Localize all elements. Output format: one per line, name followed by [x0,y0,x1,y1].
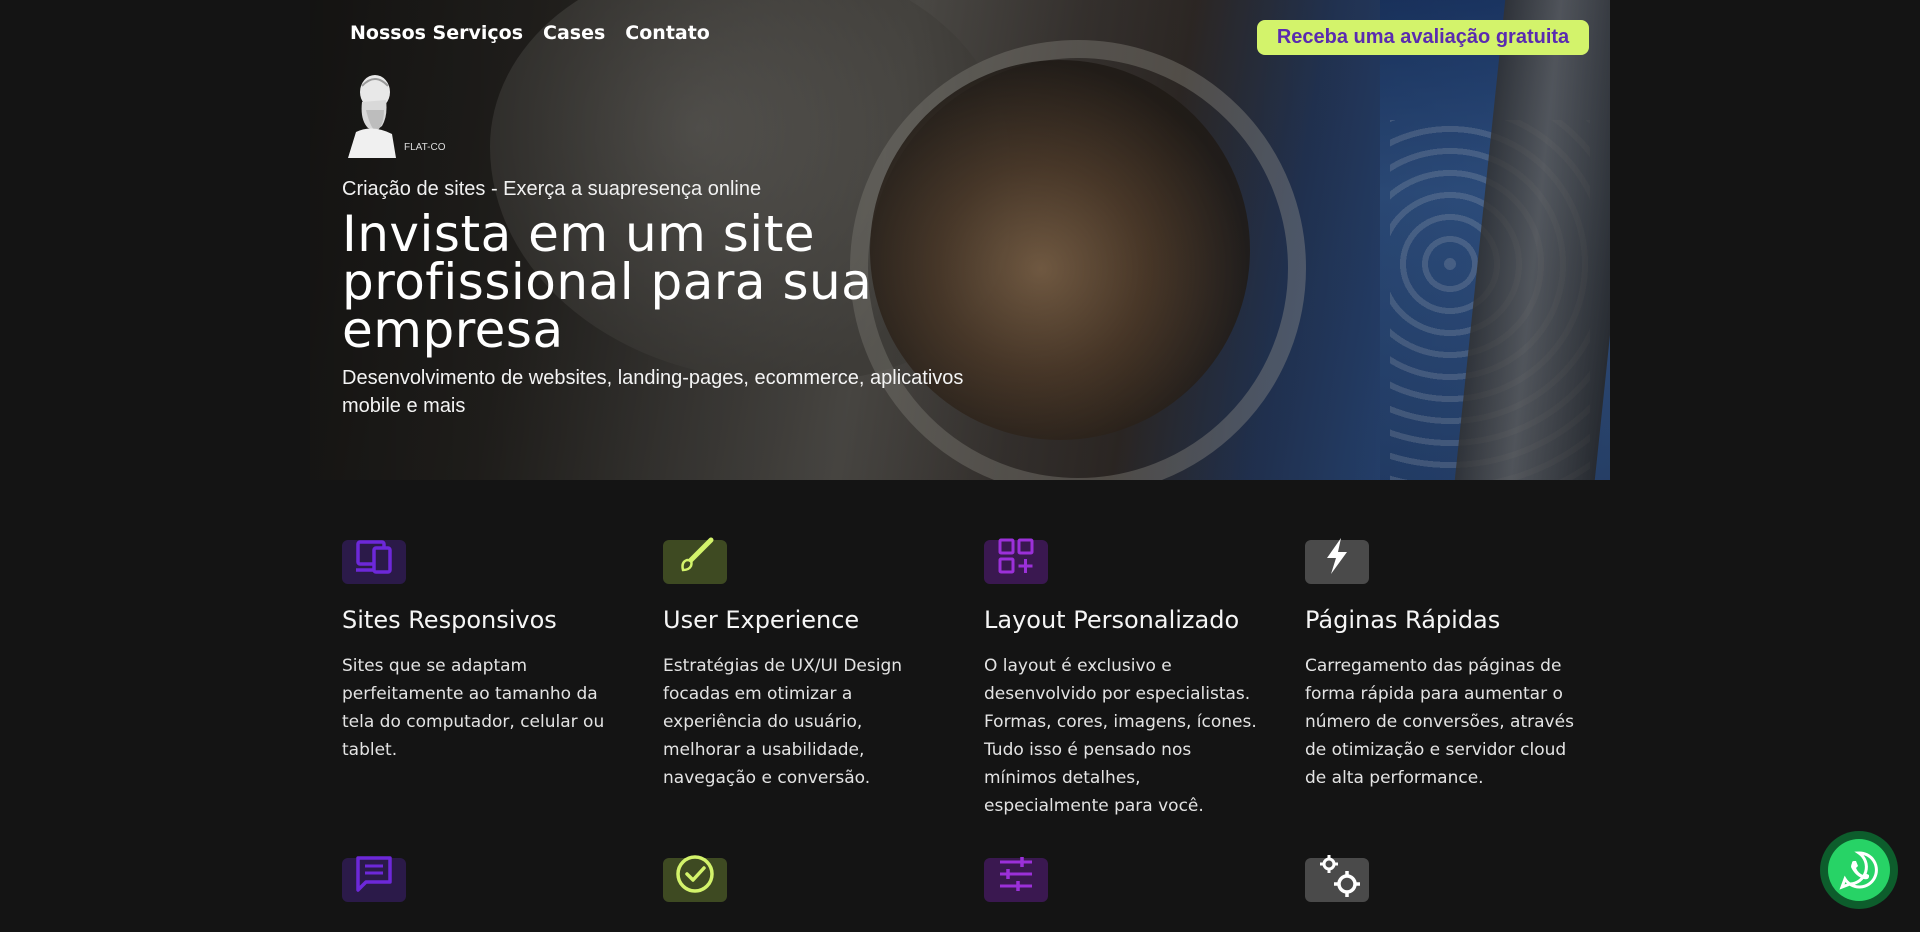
feature-icon-box [663,855,727,902]
nav-link-servicos[interactable]: Nossos Serviços [350,22,523,44]
hero-subtitle: Desenvolvimento de websites, landing-pag… [342,367,964,417]
chat-icon [356,856,392,892]
hero-headline: Invista em um site profissional para sua… [342,205,873,359]
feature-icon-box [984,538,1048,584]
feature-title: User Experience [663,606,860,634]
whatsapp-icon [1839,851,1878,890]
feature-card: Páginas Rápidas Carregamento das páginas… [1305,538,1585,792]
grid-plus-icon [998,538,1034,574]
feature-title: Páginas Rápidas [1305,606,1501,634]
feature-icon-box [1305,855,1369,902]
nav-link-contato[interactable]: Contato [625,22,710,44]
feature-title: Sites Responsivos [342,606,557,634]
nav-link-cases[interactable]: Cases [543,22,605,44]
feature-icon-box [342,856,406,902]
paintbrush-icon [681,537,714,572]
devices-icon [356,540,392,574]
feature-icon-box [1305,538,1369,584]
lightning-icon [1327,538,1347,574]
feature-icon-box [984,857,1048,902]
main-nav: Nossos Serviços Cases Contato [350,22,710,44]
feature-card [984,857,1264,902]
feature-card [1305,855,1585,902]
feature-description: Carregamento das páginas de forma rápida… [1305,656,1574,788]
feature-description: O layout é exclusivo e desenvolvido por … [984,656,1257,816]
feature-card [342,856,622,902]
logo[interactable]: FLAT-CO [342,72,462,160]
feature-description: Sites que se adaptam perfeitamente ao ta… [342,656,605,760]
whatsapp-button[interactable] [1820,831,1898,909]
whatsapp-button-inner [1828,839,1890,901]
feature-card: Sites Responsivos Sites que se adaptam p… [342,540,622,764]
gears-icon [1320,855,1360,897]
free-evaluation-button[interactable]: Receba uma avaliação gratuita [1257,20,1589,55]
logo-wordmark: FLAT-CO [404,142,446,153]
sliders-icon [1000,857,1032,891]
feature-card: User Experience Estratégias de UX/UI Des… [663,537,943,792]
check-circle-icon [676,855,714,893]
feature-card: Layout Personalizado O layout é exclusiv… [984,538,1264,820]
feature-description: Estratégias de UX/UI Design focadas em o… [663,656,903,788]
feature-icon-box [663,537,727,584]
hero-kicker: Criação de sites - Exerça a suapresença … [342,178,762,200]
feature-title: Layout Personalizado [984,606,1240,634]
philosopher-bust-icon [348,75,396,158]
feature-icon-box [342,540,406,584]
feature-card [663,855,943,902]
